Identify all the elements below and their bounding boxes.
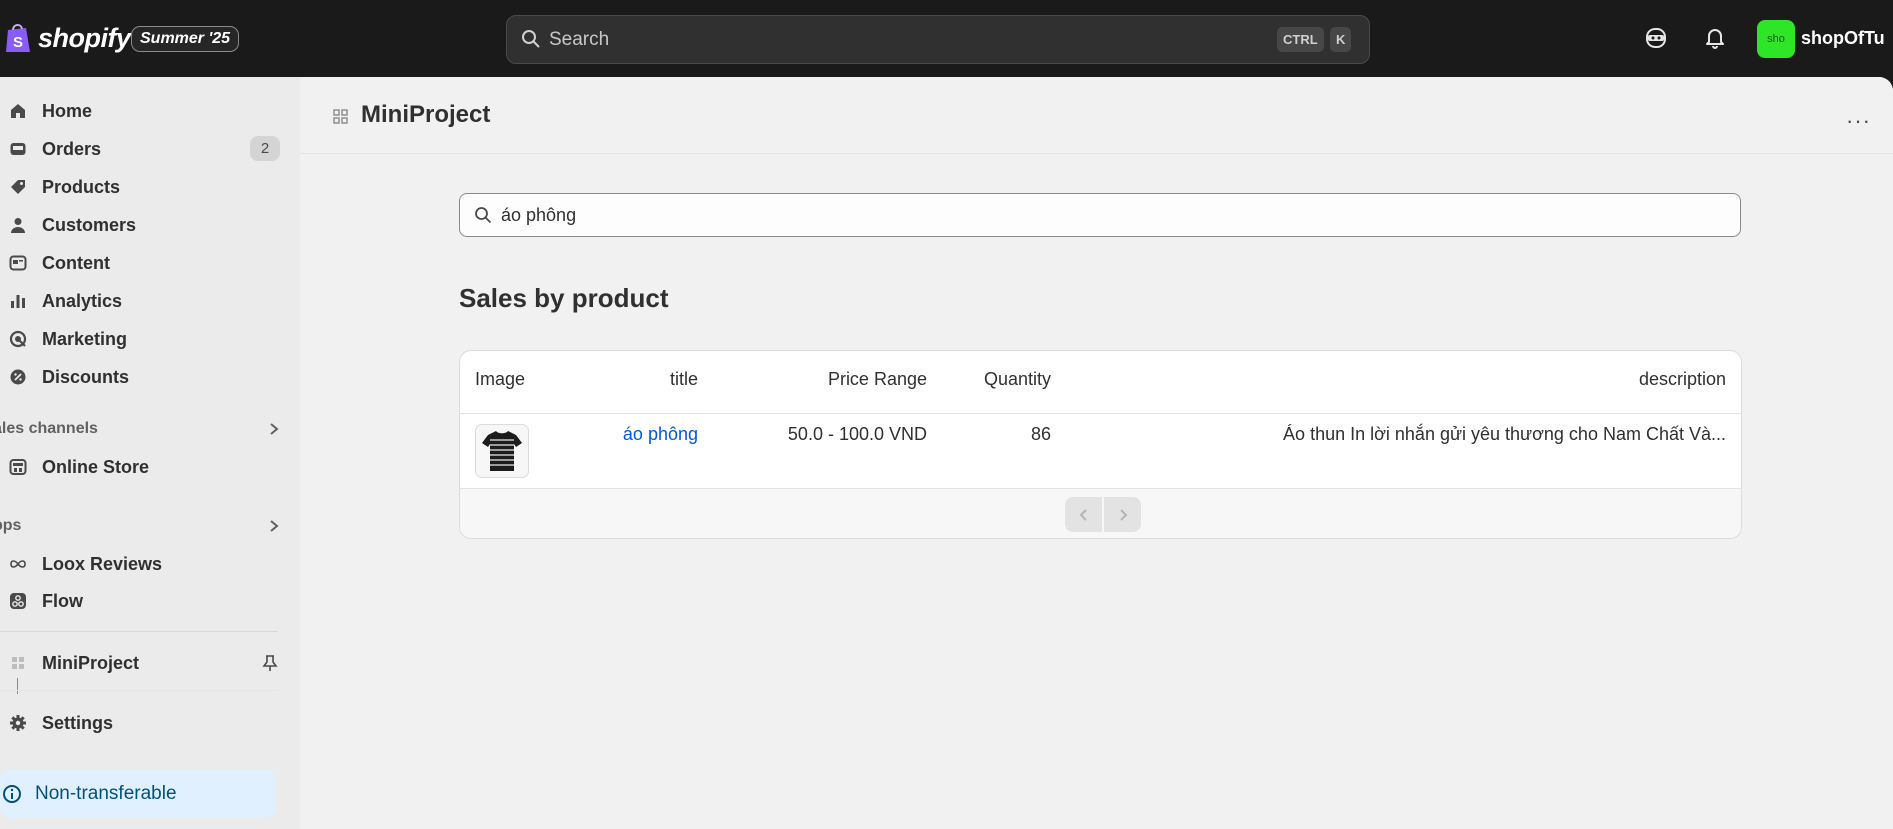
column-header-description: description bbox=[1638, 369, 1726, 389]
tree-connector bbox=[17, 678, 18, 694]
sidekick-icon[interactable] bbox=[1645, 26, 1667, 50]
sidebar: Home Orders 2 Products Customers Content… bbox=[0, 77, 300, 829]
brand-wordmark: shopify bbox=[38, 22, 131, 53]
sales-table: Image title Price Range Quantity descrip… bbox=[459, 350, 1742, 539]
bell-icon[interactable] bbox=[1705, 26, 1725, 50]
flow-icon bbox=[10, 593, 26, 609]
admin-frame: Home Orders 2 Products Customers Content… bbox=[0, 77, 1893, 829]
shopify-bag-icon: S bbox=[6, 24, 30, 52]
pagination bbox=[1065, 497, 1141, 532]
orders-count-badge: 2 bbox=[250, 136, 280, 161]
product-search-value: áo phông bbox=[501, 205, 577, 225]
product-thumbnail[interactable] bbox=[475, 424, 529, 478]
column-header-quantity: Quantity bbox=[983, 369, 1051, 389]
inbox-icon bbox=[10, 143, 26, 155]
sidebar-item-content[interactable]: Content bbox=[0, 247, 282, 279]
sidebar-item-discounts[interactable]: Discounts bbox=[0, 361, 282, 393]
product-search-input[interactable]: áo phông bbox=[459, 193, 1741, 237]
sidebar-item-label: Marketing bbox=[42, 329, 128, 349]
sidebar-item-label: Flow bbox=[42, 591, 83, 611]
tag-icon bbox=[11, 180, 25, 194]
store-icon bbox=[9, 459, 27, 475]
sidebar-item-marketing[interactable]: Marketing bbox=[0, 323, 282, 355]
sidebar-item-label: Analytics bbox=[42, 291, 123, 311]
store-avatar[interactable]: sho bbox=[1757, 20, 1795, 58]
shortcut-key-ctrl: CTRL bbox=[1277, 27, 1324, 52]
top-bar: S shopify Summer '25 Search CTRL K sho s… bbox=[0, 0, 1893, 77]
non-transferable-banner[interactable]: Non-transferable bbox=[0, 770, 276, 817]
shortcut-key-k: K bbox=[1330, 27, 1352, 52]
sidebar-item-analytics[interactable]: Analytics bbox=[0, 285, 282, 317]
search-icon bbox=[475, 207, 492, 224]
sidebar-item-flow[interactable]: Flow bbox=[0, 585, 282, 617]
target-icon bbox=[9, 330, 27, 348]
header-divider bbox=[460, 413, 1741, 414]
page-header: MiniProject ··· bbox=[300, 77, 1893, 154]
table-footer bbox=[460, 488, 1741, 538]
apps-label: pps bbox=[0, 517, 22, 534]
sidebar-item-home[interactable]: Home bbox=[0, 95, 282, 127]
more-actions-button[interactable]: ··· bbox=[1846, 108, 1871, 134]
info-icon bbox=[3, 785, 21, 803]
tshirt-image bbox=[482, 431, 522, 471]
section-title: Sales by product bbox=[459, 283, 669, 313]
sidebar-item-orders[interactable]: Orders 2 bbox=[0, 133, 282, 165]
next-page-button[interactable] bbox=[1104, 497, 1141, 532]
pin-icon[interactable] bbox=[262, 654, 278, 672]
season-badge[interactable]: Summer '25 bbox=[131, 26, 240, 52]
sidebar-item-label: Discounts bbox=[42, 367, 130, 387]
apps-header[interactable]: pps bbox=[0, 515, 282, 539]
sidebar-item-products[interactable]: Products bbox=[0, 171, 282, 203]
sidebar-item-customers[interactable]: Customers bbox=[0, 209, 282, 241]
sidebar-item-label: MiniProject bbox=[42, 653, 140, 673]
app-grid-icon bbox=[333, 109, 348, 124]
sidebar-item-miniproject[interactable]: MiniProject bbox=[0, 647, 282, 679]
person-icon bbox=[11, 218, 25, 233]
sidebar-item-label: Home bbox=[42, 101, 93, 121]
sidebar-divider bbox=[0, 631, 278, 632]
search-placeholder: Search bbox=[549, 29, 610, 50]
sidebar-item-label: Settings bbox=[42, 713, 114, 733]
price-range-cell: 50.0 - 100.0 VND bbox=[787, 424, 927, 444]
svg-text:S: S bbox=[13, 34, 23, 51]
bar-chart-icon bbox=[11, 295, 25, 308]
product-title-link[interactable]: áo phông bbox=[623, 424, 698, 445]
global-search[interactable]: Search CTRL K bbox=[506, 15, 1370, 64]
chevron-right-icon bbox=[270, 423, 279, 435]
previous-page-button[interactable] bbox=[1065, 497, 1102, 532]
store-name[interactable]: shopOfTu bbox=[1801, 28, 1885, 49]
sales-channels-label: ales channels bbox=[0, 420, 98, 437]
description-cell: Áo thun In lời nhắn gửi yêu thương cho N… bbox=[1283, 424, 1726, 444]
sidebar-divider bbox=[0, 690, 278, 691]
sidebar-item-label: Content bbox=[42, 253, 110, 273]
sidebar-item-loox-reviews[interactable]: Loox Reviews bbox=[0, 548, 282, 580]
chevron-right-icon bbox=[270, 520, 279, 532]
page-content: MiniProject ··· áo phông Sales by produc… bbox=[300, 77, 1893, 829]
column-header-title: title bbox=[669, 369, 698, 389]
non-transferable-label: Non-transferable bbox=[35, 783, 177, 804]
sidebar-item-online-store[interactable]: Online Store bbox=[0, 451, 282, 483]
sidebar-item-label: Orders bbox=[42, 139, 102, 159]
page-title: MiniProject bbox=[361, 101, 491, 128]
chevron-right-icon bbox=[1119, 508, 1127, 521]
column-header-price-range: Price Range bbox=[827, 369, 927, 389]
chevron-left-icon bbox=[1079, 508, 1087, 521]
sidebar-item-label: Products bbox=[42, 177, 121, 197]
sidebar-item-label: Loox Reviews bbox=[42, 554, 163, 574]
sidebar-item-label: Customers bbox=[42, 215, 137, 235]
discount-icon bbox=[10, 369, 26, 385]
column-header-image: Image bbox=[475, 369, 526, 389]
app-grid-icon bbox=[12, 657, 24, 669]
content-icon bbox=[9, 255, 27, 271]
home-icon bbox=[11, 104, 25, 118]
sidebar-item-settings[interactable]: Settings bbox=[0, 707, 282, 739]
gear-icon bbox=[10, 715, 26, 731]
sidebar-item-label: Online Store bbox=[42, 457, 150, 477]
search-icon bbox=[522, 30, 540, 48]
infinity-icon bbox=[10, 560, 26, 568]
quantity-cell: 86 bbox=[1030, 424, 1051, 444]
shopify-logo[interactable]: S shopify bbox=[4, 22, 131, 54]
sales-channels-header[interactable]: ales channels bbox=[0, 418, 282, 442]
